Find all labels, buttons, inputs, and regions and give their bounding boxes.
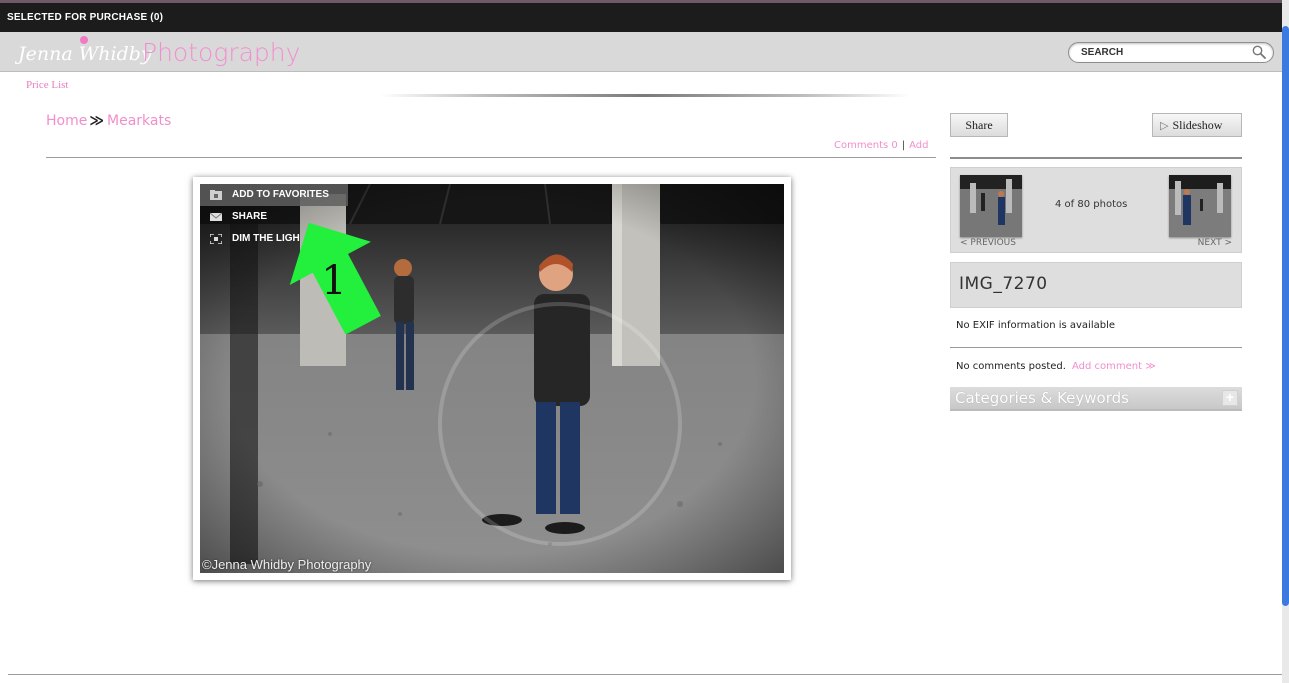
next-link[interactable]: NEXT > (1198, 238, 1232, 248)
add-to-favorites-button[interactable]: ADD TO FAVORITES (200, 184, 348, 206)
purchase-count-label[interactable]: SELECTED FOR PURCHASE (0) (7, 12, 163, 23)
search-input[interactable] (1081, 45, 1241, 60)
logo-heart-icon (80, 36, 88, 44)
breadcrumb-current[interactable]: Mearkats (107, 113, 171, 129)
content-divider (46, 157, 936, 158)
next-thumbnail[interactable] (1169, 175, 1231, 237)
price-list-link[interactable]: Price List (26, 79, 68, 91)
photo-count: 4 of 80 photos (1055, 199, 1128, 210)
exif-divider (950, 347, 1242, 348)
add-comment-link[interactable]: Add (909, 140, 928, 151)
annotation-number: 1 (321, 258, 346, 304)
previous-link[interactable]: < PREVIOUS (960, 238, 1016, 248)
breadcrumb-separator-icon: ≫ (89, 113, 104, 129)
slideshow-label: Slideshow (1172, 118, 1223, 132)
add-comment-label: Add comment (1071, 361, 1143, 372)
photo-frame: ADD TO FAVORITES SHARE DIM THE LIGH ©Jen… (193, 177, 791, 580)
chevron-left-icon: < (960, 238, 971, 248)
comments-divider: | (901, 140, 906, 151)
purchase-bar[interactable]: SELECTED FOR PURCHASE (0) (0, 0, 1282, 32)
site-header: Jenna Whidby Photography (0, 32, 1282, 72)
chevron-right-icon: > (1221, 238, 1232, 248)
photo-navigator: 4 of 80 photos < PREVIOUS NEXT > (950, 167, 1242, 253)
slideshow-button[interactable]: ▷ Slideshow (1152, 113, 1242, 137)
logo-script: Jenna Whidby (18, 43, 152, 65)
photo-copyright: ©Jenna Whidby Photography (202, 557, 372, 572)
categories-keywords-bar[interactable]: Categories & Keywords + (950, 387, 1242, 411)
double-chevron-right-icon: ≫ (1142, 361, 1156, 372)
folder-favorite-icon (210, 190, 222, 200)
comments-bar: Comments 0 | Add (834, 140, 929, 151)
expand-plus-icon[interactable]: + (1222, 390, 1238, 406)
logo-wordmark: Photography (142, 38, 301, 67)
decorative-divider (380, 94, 910, 97)
breadcrumb: Home ≫ Mearkats (46, 113, 171, 129)
exif-info: No EXIF information is available (956, 320, 1116, 331)
add-to-favorites-label: ADD TO FAVORITES (232, 189, 329, 200)
vertical-scrollbar[interactable] (1282, 0, 1289, 683)
breadcrumb-home[interactable]: Home (46, 113, 87, 129)
next-label: NEXT (1197, 238, 1222, 248)
green-arrow-annotation: 1 (289, 222, 381, 334)
previous-thumbnail[interactable] (960, 175, 1022, 237)
scrollbar-thumb[interactable] (1282, 26, 1289, 606)
previous-label: PREVIOUS (970, 238, 1016, 248)
dim-lights-icon (210, 234, 222, 244)
envelope-icon (210, 212, 222, 221)
play-icon: ▷ (1160, 120, 1169, 132)
share-button[interactable]: Share (950, 113, 1008, 137)
no-comments-text: No comments posted. (956, 361, 1066, 372)
next-thumbnail-image (1169, 175, 1231, 237)
categories-keywords-label: Categories & Keywords (955, 389, 1129, 407)
add-comment-link[interactable]: Add comment ≫ (1072, 361, 1156, 372)
footer-divider (8, 674, 1282, 675)
search-icon[interactable] (1252, 45, 1266, 59)
comments-count-link[interactable]: Comments 0 (834, 140, 898, 151)
image-title-panel: IMG_7270 (950, 262, 1242, 308)
share-photo-label: SHARE (232, 211, 268, 222)
previous-thumbnail-image (960, 175, 1022, 237)
image-title: IMG_7270 (959, 274, 1048, 294)
comments-status: No comments posted. Add comment ≫ (956, 361, 1156, 372)
search-box[interactable] (1068, 42, 1274, 63)
sidebar-divider (950, 157, 1242, 159)
